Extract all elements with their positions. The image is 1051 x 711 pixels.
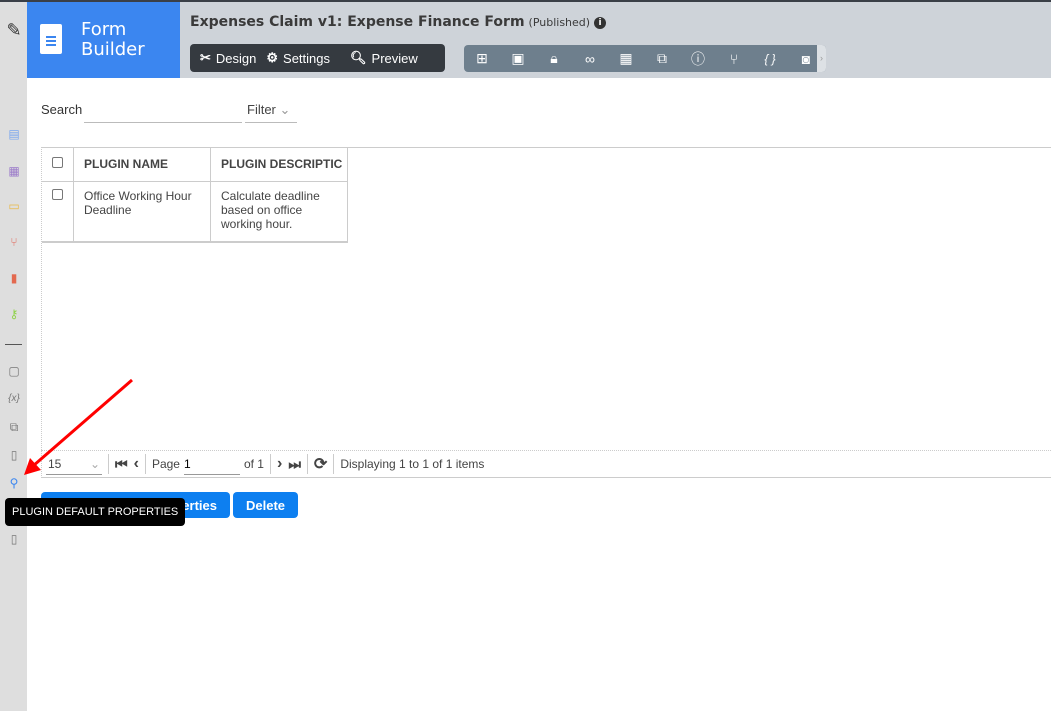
annotation-arrow [24, 378, 133, 475]
